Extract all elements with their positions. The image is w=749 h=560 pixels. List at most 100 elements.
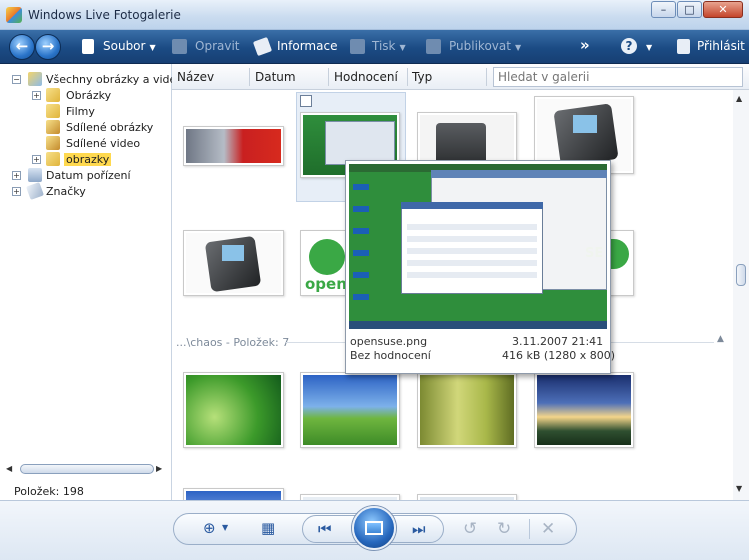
preview-logo-text: SE <box>585 246 604 261</box>
print-label: Tisk <box>372 39 396 53</box>
zoom-chevron-down-icon[interactable]: ▼ <box>222 523 228 532</box>
column-header: Název Datum Hodnocení Typ <box>172 64 749 90</box>
expand-icon[interactable]: + <box>12 171 21 180</box>
expand-icon[interactable]: + <box>12 187 21 196</box>
print-menu-button[interactable]: Tisk ▼ <box>372 39 406 53</box>
select-checkbox[interactable] <box>300 95 312 107</box>
app-logo-icon <box>6 7 22 23</box>
slideshow-button[interactable] <box>352 506 396 550</box>
file-menu-label: Soubor <box>103 39 146 53</box>
column-rating[interactable]: Hodnocení <box>334 70 398 84</box>
calendar-icon <box>28 168 42 182</box>
column-divider[interactable] <box>486 68 487 86</box>
photo-preview-popup: SE opensuse.png 3.11.2007 21:41 Bez hodn… <box>345 160 615 374</box>
column-divider[interactable] <box>328 68 329 86</box>
shared-folder-icon <box>46 136 60 150</box>
thumbnail-image <box>186 375 281 445</box>
photo-thumbnail[interactable] <box>183 126 284 166</box>
next-icon[interactable]: ⏭ <box>412 520 426 538</box>
photo-thumbnail[interactable] <box>300 372 400 448</box>
folder-icon <box>46 88 60 102</box>
preview-datetime: 3.11.2007 21:41 <box>512 335 604 348</box>
tree-item-label: Značky <box>46 185 86 198</box>
chevron-down-icon: ▼ <box>149 43 156 52</box>
chevron-down-icon: ▼ <box>514 43 522 52</box>
help-menu-chevron-icon[interactable]: ▼ <box>642 39 652 53</box>
more-commands-button[interactable]: » <box>580 36 590 54</box>
photo-thumbnail[interactable] <box>417 372 517 448</box>
file-icon <box>82 39 94 54</box>
maximize-button[interactable]: □ <box>677 1 702 18</box>
rotate-right-icon[interactable]: ↻ <box>497 519 511 539</box>
collapse-icon[interactable]: − <box>12 75 21 84</box>
photo-thumbnail[interactable] <box>183 488 284 500</box>
preview-filename: opensuse.png <box>350 335 428 348</box>
column-divider[interactable] <box>407 68 408 86</box>
publish-icon <box>426 39 441 54</box>
thumbnail-image <box>537 375 631 445</box>
scroll-left-icon[interactable]: ◀ <box>6 464 12 473</box>
minimize-button[interactable]: – <box>651 1 676 18</box>
bottom-controls: ⊕ ▼ ▦ ⏮ ⏭ ↺ ↻ ✕ <box>0 500 749 560</box>
group-header-label[interactable]: ...\chaos - Položek: 7 <box>176 336 289 349</box>
column-date[interactable]: Datum <box>255 70 296 84</box>
tree-item-label: Obrázky <box>66 89 112 102</box>
thumbnail-image <box>420 375 514 445</box>
photo-thumbnail[interactable] <box>534 372 634 448</box>
collapse-group-icon[interactable]: ▲ <box>717 334 724 344</box>
zoom-icon[interactable]: ⊕ <box>203 519 216 537</box>
tree-horizontal-scrollbar[interactable]: ◀ ▶ <box>6 462 166 476</box>
rotate-left-icon[interactable]: ↺ <box>463 519 477 539</box>
publish-menu-button[interactable]: Publikovat ▼ <box>449 39 521 53</box>
sign-in-button[interactable]: Přihlásit <box>697 39 745 53</box>
sign-in-icon <box>677 39 690 54</box>
folder-icon <box>46 104 60 118</box>
scroll-right-icon[interactable]: ▶ <box>156 464 162 473</box>
publish-label: Publikovat <box>449 39 511 53</box>
column-type[interactable]: Typ <box>412 70 432 84</box>
scroll-thumb[interactable] <box>736 264 746 286</box>
photo-thumbnail[interactable] <box>183 372 284 448</box>
grid-view-icon[interactable]: ▦ <box>261 519 275 537</box>
search-input[interactable] <box>493 67 743 87</box>
gallery-icon <box>28 72 42 86</box>
help-button[interactable]: ? <box>621 38 637 54</box>
tree-item-label: Sdílené obrázky <box>66 121 154 134</box>
thumbnail-image <box>303 375 397 445</box>
column-name[interactable]: Název <box>177 70 214 84</box>
chevron-down-icon: ▼ <box>399 43 406 52</box>
gallery-vertical-scrollbar[interactable]: ▲ ▼ <box>733 90 749 500</box>
tree-item-label: Sdílené video <box>66 137 141 150</box>
scroll-down-icon[interactable]: ▼ <box>736 484 742 493</box>
scroll-thumb[interactable] <box>20 464 154 474</box>
fix-icon <box>172 39 187 54</box>
expand-icon[interactable]: + <box>32 91 41 100</box>
previous-icon[interactable]: ⏮ <box>318 520 332 538</box>
fix-button[interactable]: Opravit <box>195 39 240 53</box>
delete-icon[interactable]: ✕ <box>541 519 555 539</box>
tree-item-label: Datum pořízení <box>46 169 131 182</box>
title-bar: Windows Live Fotogalerie – □ ✕ <box>0 0 749 30</box>
preview-image: SE <box>349 164 607 329</box>
toolbar: ← → Soubor ▼ Opravit Informace Tisk ▼ Publ… <box>0 30 749 64</box>
forward-button[interactable]: → <box>35 34 61 60</box>
info-button[interactable]: Informace <box>277 39 337 53</box>
thumbnail-image <box>186 491 281 500</box>
item-count-status: Položek: 198 <box>14 485 84 498</box>
thumbnail-image <box>186 129 281 163</box>
scroll-up-icon[interactable]: ▲ <box>736 94 742 103</box>
expand-icon[interactable]: + <box>32 155 41 164</box>
preview-rating: Bez hodnocení <box>350 349 431 362</box>
column-divider[interactable] <box>249 68 250 86</box>
shared-folder-icon <box>46 120 60 134</box>
tree-item-label: Všechny obrázky a videa <box>46 73 184 86</box>
tree-item-label: obrazky <box>64 153 112 166</box>
thumbnail-image <box>186 233 281 293</box>
close-button[interactable]: ✕ <box>703 1 743 18</box>
file-menu-button[interactable]: Soubor ▼ <box>103 39 156 53</box>
window-title: Windows Live Fotogalerie <box>28 8 181 22</box>
back-button[interactable]: ← <box>9 34 35 60</box>
navigation-pane: − Všechny obrázky a videa + Obrázky Film… <box>0 64 183 500</box>
photo-thumbnail[interactable] <box>183 230 284 296</box>
tag-icon <box>26 182 44 200</box>
